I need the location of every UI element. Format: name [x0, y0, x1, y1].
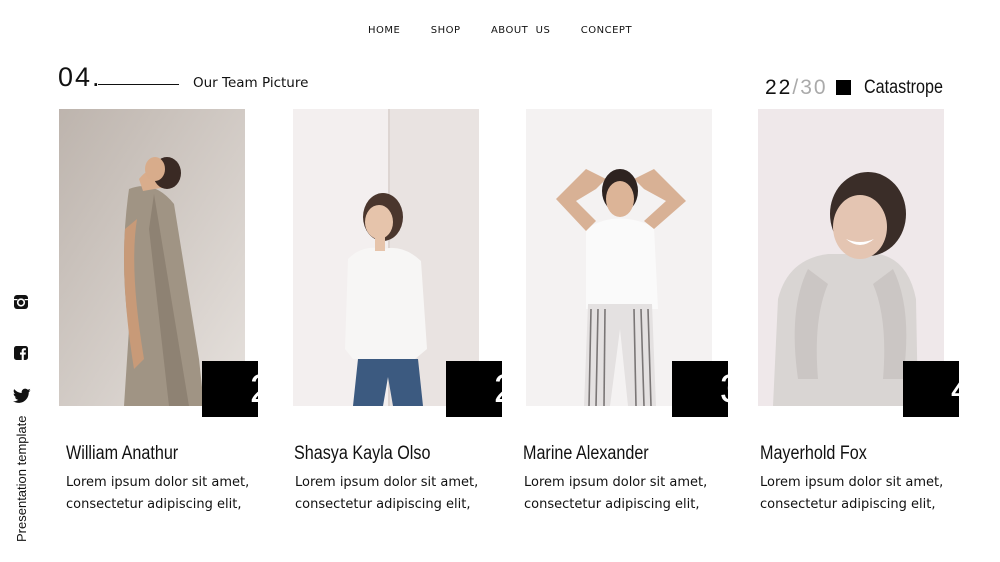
member-name: Mayerhold Fox [760, 443, 867, 464]
nav-about-us[interactable]: ABOUT US [491, 25, 550, 36]
member-number: 2 [202, 361, 258, 417]
team-card: 2 Shasya Kayla Olso Lorem ipsum dolor si… [293, 109, 502, 529]
team-card: 2 William Anathur Lorem ipsum dolor sit … [59, 109, 259, 529]
member-name: Marine Alexander [523, 443, 649, 464]
section-divider [98, 84, 179, 85]
team-card: 3 Marine Alexander Lorem ipsum dolor sit… [523, 109, 728, 529]
brand-name: Catastrope [864, 77, 944, 98]
page-current: 22 [765, 76, 793, 99]
vertical-caption: Presentation template [14, 415, 29, 542]
member-number: 2 [446, 361, 502, 417]
member-description: Lorem ipsum dolor sit amet, consectetur a… [295, 475, 479, 512]
nav-concept[interactable]: CONCEPT [581, 25, 632, 36]
nav-home[interactable]: HOME [368, 25, 400, 36]
brand-square [836, 80, 851, 95]
member-number: 3 [672, 361, 728, 417]
instagram-icon[interactable] [13, 294, 31, 312]
member-description: Lorem ipsum dolor sit amet, consectetur a… [760, 475, 944, 512]
member-number: 4 [903, 361, 959, 417]
nav-shop[interactable]: SHOP [431, 25, 461, 36]
facebook-icon[interactable] [13, 345, 31, 363]
page-total: 30 [800, 76, 828, 99]
member-name: William Anathur [66, 443, 179, 464]
member-name: Shasya Kayla Olso [294, 443, 431, 464]
section-title: Our Team Picture [193, 75, 309, 91]
team-card: 4 Mayerhold Fox Lorem ipsum dolor sit am… [758, 109, 959, 529]
twitter-icon[interactable] [12, 388, 31, 406]
top-nav: HOME SHOP ABOUT US CONCEPT [0, 20, 1000, 38]
member-description: Lorem ipsum dolor sit amet, consectetur a… [66, 475, 250, 512]
member-description: Lorem ipsum dolor sit amet, consectetur a… [524, 475, 708, 512]
page-counter: 22/30 [765, 76, 828, 100]
section-number: 04. [58, 62, 102, 92]
